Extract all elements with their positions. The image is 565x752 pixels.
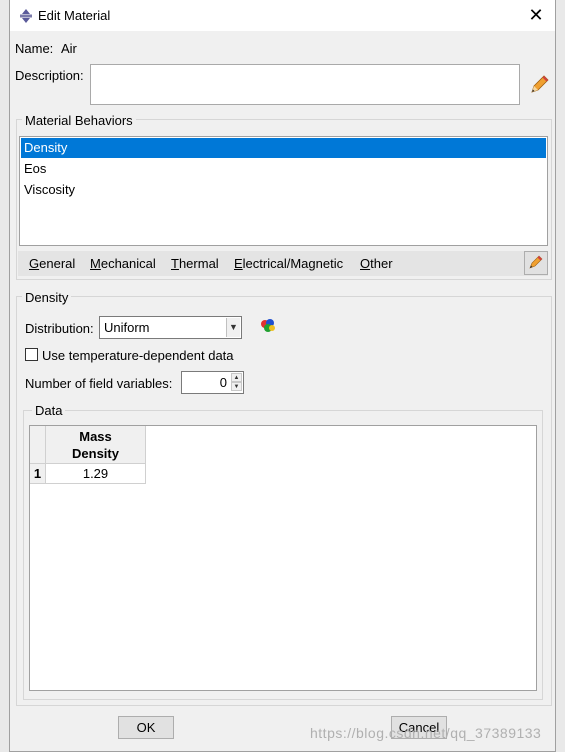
menu-other[interactable]: Other: [360, 256, 393, 271]
close-button[interactable]: ✕: [523, 3, 549, 27]
menu-general-label: eneral: [39, 256, 76, 271]
field-variables-spinner[interactable]: 0 ▲ ▼: [181, 371, 244, 394]
title-bar: Edit Material ✕: [10, 0, 555, 31]
menu-mechanical-label: echanical: [100, 256, 156, 271]
name-value: Air: [61, 41, 77, 56]
data-group-title: Data: [32, 403, 66, 418]
edit-behavior-button[interactable]: [524, 251, 548, 275]
temperature-dependent-checkbox[interactable]: [25, 348, 38, 361]
ok-button[interactable]: OK: [118, 716, 174, 739]
menu-electrical-magnetic[interactable]: Electrical/Magnetic: [234, 256, 343, 271]
behavior-item-density[interactable]: Density: [21, 138, 546, 158]
description-field[interactable]: [90, 64, 520, 105]
menu-mechanical-mnemonic: M: [90, 256, 101, 271]
spin-down-icon[interactable]: ▼: [231, 382, 242, 391]
menu-electrical-mnemonic: E: [234, 256, 243, 271]
menu-thermal[interactable]: Thermal: [171, 256, 219, 271]
menu-other-mnemonic: O: [360, 256, 371, 271]
distribution-select[interactable]: Uniform ▼: [99, 316, 242, 339]
distribution-label: Distribution:: [25, 321, 94, 336]
behaviors-list: Density Eos Viscosity: [19, 136, 548, 246]
menu-thermal-label: hermal: [178, 256, 219, 271]
description-label: Description:: [15, 68, 84, 83]
edit-description-pencil-icon[interactable]: [528, 74, 550, 96]
name-label: Name:: [15, 41, 54, 56]
chevron-down-icon[interactable]: ▼: [226, 318, 240, 337]
field-variables-label: Number of field variables:: [25, 376, 173, 391]
menu-electrical-label: lectrical/Magnetic: [242, 256, 344, 271]
create-analytical-field-icon[interactable]: [259, 317, 277, 335]
menu-mechanical[interactable]: Mechanical: [90, 256, 156, 271]
distribution-value: Uniform: [104, 320, 150, 335]
edit-material-dialog: Edit Material ✕ Name: Air Description: M…: [9, 0, 556, 752]
background-app-right-edge: [556, 0, 565, 752]
menu-general-mnemonic: G: [29, 256, 40, 271]
material-behaviors-title: Material Behaviors: [22, 113, 136, 128]
mass-density-cell[interactable]: 1.29: [46, 464, 146, 484]
column-header-mass-density[interactable]: Mass Density: [46, 426, 146, 464]
temperature-dependent-label: Use temperature-dependent data: [42, 348, 234, 363]
pencil-eraser-icon: [529, 255, 543, 269]
menu-thermal-mnemonic: T: [171, 256, 179, 271]
row-header-1[interactable]: 1: [30, 464, 46, 484]
behavior-item-viscosity[interactable]: Viscosity: [21, 180, 546, 200]
table-corner-cell[interactable]: [30, 426, 46, 464]
column-header-line2: Density: [72, 446, 119, 461]
field-variables-value: 0: [219, 375, 227, 390]
menu-general[interactable]: General: [29, 256, 75, 271]
watermark-text: https://blog.csdn.net/qq_37389133: [310, 725, 542, 741]
behavior-item-eos[interactable]: Eos: [21, 159, 546, 179]
spin-up-icon[interactable]: ▲: [231, 373, 242, 382]
menu-other-label: ther: [370, 256, 393, 271]
behavior-category-menu: General Mechanical Thermal Electrical/Ma…: [18, 251, 548, 276]
column-header-line1: Mass: [79, 429, 112, 444]
window-title: Edit Material: [38, 8, 111, 23]
density-group-title: Density: [22, 290, 72, 305]
background-app-left-edge: [0, 0, 9, 752]
abaqus-app-icon: [18, 8, 34, 24]
density-data-table: Mass Density 1 1.29: [29, 425, 537, 691]
